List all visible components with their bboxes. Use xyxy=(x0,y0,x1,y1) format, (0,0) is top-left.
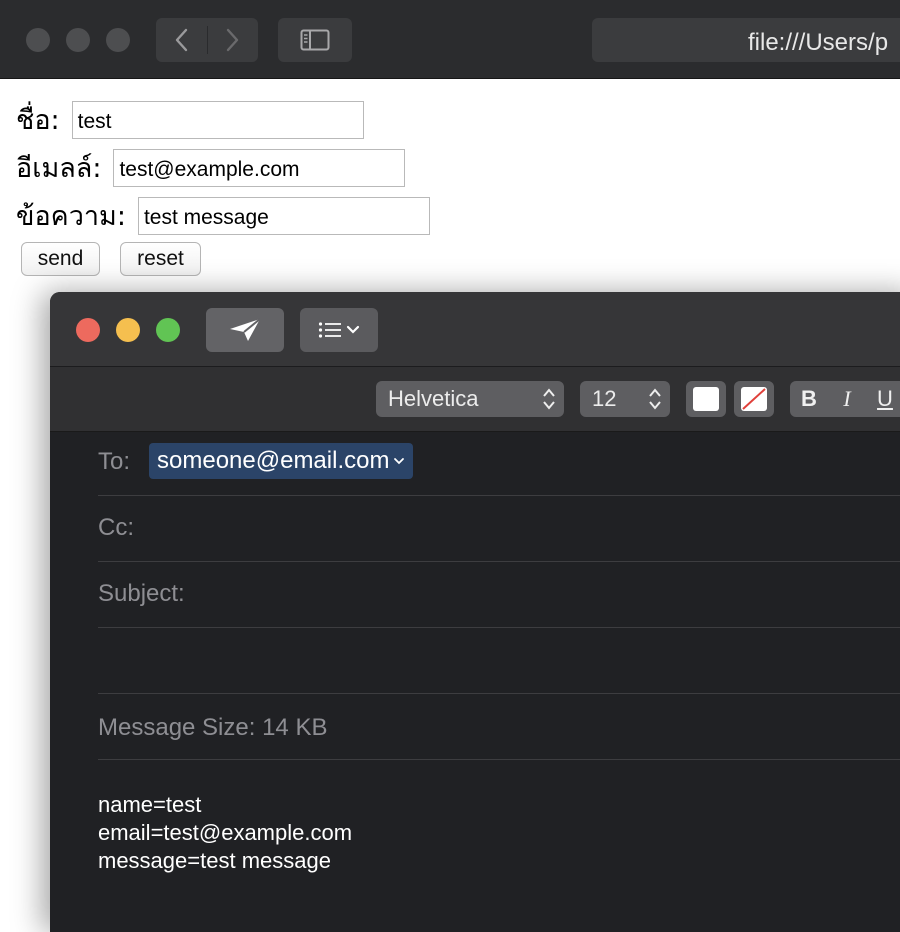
empty-header-row xyxy=(98,628,900,694)
chevron-left-icon xyxy=(175,28,188,52)
mail-minimize-button[interactable] xyxy=(116,318,140,342)
size-row-divider xyxy=(98,694,900,760)
close-window-button[interactable] xyxy=(26,28,50,52)
font-family-value: Helvetica xyxy=(388,386,479,411)
cc-field[interactable]: Cc: xyxy=(98,496,900,562)
to-field[interactable]: To: someone@email.com xyxy=(98,430,900,496)
chevron-right-icon xyxy=(226,28,239,52)
bold-button[interactable]: B xyxy=(790,386,828,412)
minimize-window-button[interactable] xyxy=(66,28,90,52)
mail-titlebar xyxy=(50,292,900,366)
italic-button[interactable]: I xyxy=(828,386,866,412)
forward-button[interactable] xyxy=(208,18,258,62)
chevron-down-icon xyxy=(346,325,360,334)
subject-field[interactable]: Subject: xyxy=(98,562,900,628)
subject-label: Subject: xyxy=(98,580,185,607)
text-style-group: B I U xyxy=(790,381,900,417)
back-button[interactable] xyxy=(156,18,206,62)
mail-close-button[interactable] xyxy=(76,318,100,342)
browser-toolbar: file:///Users/p xyxy=(0,0,900,79)
format-toolbar: Helvetica 12 B I U xyxy=(50,366,900,432)
body-line: name=test xyxy=(98,792,202,817)
paper-plane-icon xyxy=(230,318,261,341)
updown-arrows-icon xyxy=(649,388,661,410)
to-label: To: xyxy=(98,448,131,475)
message-input[interactable]: test message xyxy=(137,196,430,235)
body-line: email=test@example.com xyxy=(98,820,353,845)
address-bar-url: file:///Users/p xyxy=(748,29,889,56)
email-row: อีเมลล์: test@example.com xyxy=(16,146,406,189)
text-color-button[interactable] xyxy=(686,381,726,417)
underline-button[interactable]: U xyxy=(866,386,900,412)
list-icon xyxy=(318,322,341,338)
email-input[interactable]: test@example.com xyxy=(113,148,406,187)
chevron-down-icon xyxy=(394,458,405,465)
zoom-window-button[interactable] xyxy=(106,28,130,52)
text-color-swatch xyxy=(693,387,719,411)
list-format-button[interactable] xyxy=(300,308,378,352)
navigation-buttons xyxy=(156,18,258,62)
font-size-value: 12 xyxy=(592,386,617,411)
name-label: ชื่อ: xyxy=(16,105,60,136)
message-label: ข้อความ: xyxy=(16,201,126,232)
mail-compose-window: Helvetica 12 B I U To: someone@email.com… xyxy=(50,292,900,932)
font-size-select[interactable]: 12 xyxy=(580,381,670,417)
cc-label: Cc: xyxy=(98,514,134,541)
recipient-token[interactable]: someone@email.com xyxy=(149,443,414,479)
name-input[interactable]: test xyxy=(71,100,364,139)
sidebar-icon xyxy=(300,29,330,51)
mail-zoom-button[interactable] xyxy=(156,318,180,342)
recipient-address: someone@email.com xyxy=(157,447,390,474)
name-row: ชื่อ: test xyxy=(16,98,364,141)
font-family-select[interactable]: Helvetica xyxy=(376,381,564,417)
background-color-button[interactable] xyxy=(734,381,774,417)
email-label: อีเมลล์: xyxy=(16,153,102,184)
sidebar-toggle-button[interactable] xyxy=(278,18,352,62)
send-button[interactable]: send xyxy=(21,242,100,276)
message-row: ข้อความ: test message xyxy=(16,194,430,237)
address-bar[interactable]: file:///Users/p xyxy=(592,18,900,62)
updown-arrows-icon xyxy=(543,388,555,410)
body-line: message=test message xyxy=(98,848,331,873)
reset-button[interactable]: reset xyxy=(120,242,201,276)
send-mail-button[interactable] xyxy=(206,308,284,352)
no-color-swatch-icon xyxy=(741,387,767,411)
